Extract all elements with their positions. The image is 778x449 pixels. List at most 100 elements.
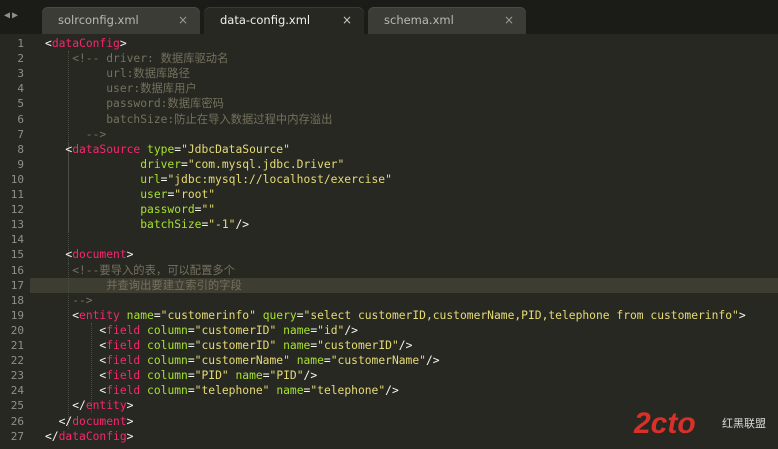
code-token: name (126, 308, 154, 322)
line-number: 6 (17, 112, 24, 126)
tab-solrconfig[interactable]: solrconfig.xml × (42, 7, 200, 34)
code-token: <!--要导入的表，可以配置多个 (45, 263, 235, 277)
code-token: "PID" (194, 369, 229, 383)
code-token: < (45, 384, 107, 398)
code-token: "-1" (208, 218, 236, 232)
code-token: = (181, 157, 188, 171)
triangle-left-icon[interactable]: ◀ (4, 10, 12, 21)
code-line[interactable]: <field column="customerID" name="id"/> (45, 323, 358, 338)
code-token: "telephone" (310, 384, 386, 398)
code-line[interactable]: url="jdbc:mysql://localhost/exercise" (45, 172, 392, 187)
code-token: > (126, 414, 134, 428)
code-line[interactable]: batchSize="-1"/> (45, 217, 249, 232)
code-token: document (72, 414, 127, 428)
code-line[interactable]: url:数据库路径 (45, 66, 190, 81)
line-number: 18 (10, 293, 24, 307)
code-line[interactable]: <dataSource type="JdbcDataSource" (45, 142, 290, 157)
code-token: column (147, 323, 188, 337)
code-line[interactable]: password="" (45, 202, 215, 217)
code-line[interactable]: --> (45, 293, 92, 308)
close-icon[interactable]: × (342, 7, 352, 34)
code-token: field (106, 323, 141, 337)
line-number-gutter: 1 2 3 4 5 6 7 8 9 10 11 12 13 14 15 16 17 18 19 20 21 22 23 24 2… (0, 34, 30, 449)
line-number: 19 (10, 308, 24, 322)
code-line[interactable]: <!--要导入的表，可以配置多个 (45, 263, 235, 278)
close-icon[interactable]: × (504, 7, 514, 34)
line-number: 23 (10, 369, 24, 383)
code-line[interactable]: user="root" (45, 187, 215, 202)
code-token: batchSize:防止在导入数据过程中内存溢出 (45, 112, 333, 126)
code-token: user:数据库用户 (45, 82, 197, 96)
code-line[interactable]: --> (45, 127, 106, 142)
code-token: document (72, 248, 127, 262)
code-line[interactable]: batchSize:防止在导入数据过程中内存溢出 (45, 112, 332, 127)
code-line[interactable]: password:数据库密码 (45, 96, 224, 111)
line-number: 9 (17, 157, 24, 171)
code-line[interactable]: <field column="PID" name="PID"/> (45, 368, 317, 383)
code-line[interactable]: <document> (45, 247, 133, 262)
code-token: /> (344, 323, 358, 337)
code-token: = (187, 384, 195, 398)
code-token: > (119, 37, 127, 50)
code-token: field (106, 384, 141, 398)
code-token: dataSource (72, 142, 141, 156)
code-token: < (45, 248, 73, 262)
code-line[interactable]: driver="com.mysql.jdbc.Driver" (45, 157, 344, 172)
tab-label: solrconfig.xml (58, 13, 139, 27)
line-number: 22 (10, 354, 24, 368)
code-token: --> (45, 127, 107, 141)
editor[interactable]: 1 2 3 4 5 6 7 8 9 10 11 12 13 14 15 16 17 18 19 20 21 22 23 24 2… (0, 34, 778, 449)
code-area[interactable]: <dataConfig> <!-- driver: 数据库驱动名 url:数据库… (45, 34, 778, 449)
line-number: 21 (10, 339, 24, 352)
code-token: "customerID" (194, 323, 277, 337)
code-token: < (45, 308, 80, 322)
code-token: = (187, 339, 195, 352)
line-number: 24 (10, 384, 24, 398)
code-token: column (147, 369, 188, 383)
code-token: "com.mysql.jdbc.Driver" (187, 157, 345, 171)
tab-data-config[interactable]: data-config.xml × (204, 7, 364, 34)
code-token: url:数据库路径 (45, 67, 190, 81)
code-line[interactable]: </entity> (45, 398, 133, 413)
code-token: </ (45, 429, 59, 443)
code-token: <!-- driver: 数据库驱动名 (45, 52, 229, 66)
code-token: column (147, 339, 188, 352)
line-number: 2 (17, 52, 24, 66)
code-line[interactable]: </dataConfig> (45, 429, 133, 444)
watermark-text: 2cto (633, 407, 696, 440)
code-token: dataConfig (58, 429, 127, 443)
code-token: "customerName" (194, 354, 290, 368)
line-number: 25 (10, 399, 24, 413)
close-icon[interactable]: × (178, 7, 188, 34)
triangle-right-icon[interactable]: ▶ (12, 10, 20, 21)
code-token: name (235, 369, 263, 383)
code-token: /> (235, 218, 250, 232)
code-line[interactable]: <dataConfig> (45, 36, 127, 51)
code-token: /> (398, 339, 413, 352)
code-line[interactable]: user:数据库用户 (45, 81, 197, 96)
code-token: "customerName" (330, 354, 426, 368)
code-line[interactable]: <entity name="customerinfo" query="selec… (45, 308, 746, 323)
code-line[interactable]: <field column="customerName" name="custo… (45, 353, 439, 368)
code-line[interactable]: 并查询出要建立索引的字段 (45, 278, 242, 293)
code-token: > (738, 308, 746, 322)
line-number: 4 (17, 82, 24, 96)
line-number: 27 (10, 429, 24, 443)
code-line[interactable]: <!-- driver: 数据库驱动名 (45, 51, 228, 66)
code-token: = (187, 354, 195, 368)
tab-label: data-config.xml (220, 13, 311, 27)
code-token: field (106, 354, 141, 368)
code-line[interactable]: </document> (45, 414, 134, 429)
tab-nav-arrows[interactable]: ◀▶ (4, 10, 20, 21)
watermark-subtext: 红黑联盟 (722, 417, 766, 430)
tab-schema[interactable]: schema.xml × (368, 7, 526, 34)
line-number: 11 (10, 188, 24, 201)
code-token: password (140, 203, 195, 217)
code-line[interactable]: <field column="customerID" name="custome… (45, 338, 412, 353)
code-line[interactable]: <field column="telephone" name="telephon… (45, 383, 398, 398)
